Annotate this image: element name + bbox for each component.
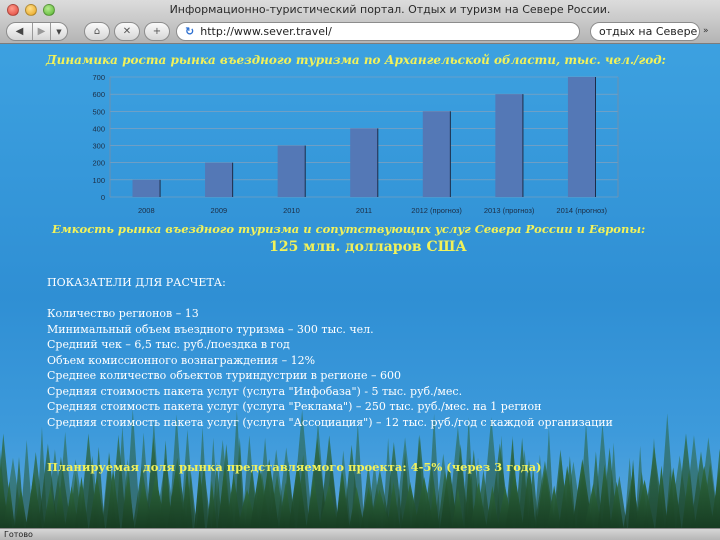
indicator-item: Количество регионов – 13 bbox=[47, 307, 199, 320]
indicators-list: Количество регионов – 13 Минимальный объ… bbox=[47, 306, 613, 430]
bar bbox=[567, 77, 596, 197]
bar bbox=[132, 179, 161, 197]
add-icon: + bbox=[152, 26, 162, 37]
home-icon: ⌂ bbox=[93, 26, 101, 37]
search-value[interactable]: отдых на Севере bbox=[599, 25, 697, 38]
chart-title: Динамика роста рынка въездного туризма п… bbox=[46, 53, 666, 67]
bar bbox=[350, 128, 378, 197]
forward-icon: ▶ bbox=[37, 26, 46, 37]
forward-button[interactable]: ▶ bbox=[33, 23, 51, 40]
search-input[interactable]: отдых на Севере bbox=[590, 22, 700, 41]
x-tick-label: 2010 bbox=[283, 206, 300, 215]
indicator-item: Минимальный объем въездного туризма – 30… bbox=[47, 322, 374, 336]
y-tick-label: 700 bbox=[92, 73, 105, 82]
stop-icon: ✕ bbox=[122, 26, 132, 37]
home-button[interactable]: ⌂ bbox=[84, 22, 110, 41]
bar bbox=[422, 111, 451, 197]
url-text[interactable]: http://www.sever.travel/ bbox=[200, 25, 332, 38]
indicator-item: Среднее количество объектов туриндустрии… bbox=[47, 369, 402, 382]
indicator-item: Средний чек – 6,5 тыс. руб./поездка в го… bbox=[47, 338, 290, 351]
page-content: Динамика роста рынка въездного туризма п… bbox=[0, 44, 720, 528]
back-button[interactable]: ◀ bbox=[7, 23, 33, 40]
y-tick-label: 400 bbox=[92, 124, 105, 133]
y-tick-label: 300 bbox=[92, 142, 105, 151]
x-tick-label: 2011 bbox=[356, 206, 372, 215]
y-tick-label: 500 bbox=[92, 107, 105, 116]
history-dropdown-button[interactable]: ▼ bbox=[51, 23, 67, 40]
indicator-item: Средняя стоимость пакета услуг (услуга "… bbox=[47, 400, 542, 413]
bar bbox=[205, 162, 233, 197]
add-bookmark-button[interactable]: + bbox=[144, 22, 170, 41]
x-tick-label: 2013 (прогноз) bbox=[484, 206, 535, 215]
close-window-button[interactable] bbox=[7, 4, 19, 16]
back-icon: ◀ bbox=[15, 26, 24, 37]
url-bar[interactable]: ↻ http://www.sever.travel/ bbox=[176, 22, 580, 41]
indicator-item: Средняя стоимость пакета услуг (услуга "… bbox=[47, 384, 463, 398]
capacity-value: 125 млн. долларов США bbox=[269, 239, 467, 255]
indicators-heading: ПОКАЗАТЕЛИ ДЛЯ РАСЧЕТА: bbox=[47, 276, 226, 289]
x-tick-label: 2009 bbox=[211, 206, 228, 215]
reload-icon[interactable]: ↻ bbox=[185, 25, 194, 38]
browser-chrome: Информационно-туристический портал. Отды… bbox=[0, 0, 720, 44]
bar-chart-svg: 0 100 200 300 400 500 600 700 2008 2009 2010 2011 20… bbox=[92, 73, 619, 215]
capacity-title: Емкость рынка въездного туризма и сопутс… bbox=[52, 222, 646, 236]
y-tick-label: 0 bbox=[101, 193, 105, 202]
stop-button[interactable]: ✕ bbox=[114, 22, 140, 41]
bar bbox=[495, 94, 523, 197]
chevron-down-icon: ▼ bbox=[56, 27, 62, 36]
x-tick-label: 2014 (прогноз) bbox=[556, 206, 607, 215]
window-title: Информационно-туристический портал. Отды… bbox=[169, 3, 611, 16]
toolbar: ◀ ▶ ▼ ⌂ ✕ + ↻ http://www.sever.travel/ о… bbox=[0, 20, 720, 44]
x-tick-label: 2012 (прогноз) bbox=[411, 206, 462, 215]
minimize-window-button[interactable] bbox=[25, 4, 37, 16]
zoom-window-button[interactable] bbox=[43, 4, 55, 16]
y-tick-label: 200 bbox=[92, 159, 105, 168]
title-bar: Информационно-туристический портал. Отды… bbox=[0, 0, 720, 20]
x-tick-label: 2008 bbox=[138, 206, 155, 215]
bar-chart: 0 100 200 300 400 500 600 700 2008 2009 2010 2011 20… bbox=[84, 69, 624, 219]
bar bbox=[277, 145, 306, 197]
y-tick-label: 100 bbox=[92, 176, 105, 185]
nav-group: ◀ ▶ ▼ bbox=[6, 22, 68, 41]
indicator-item: Объем комиссионного вознаграждения – 12% bbox=[47, 353, 316, 367]
plan-text: Планируемая доля рынка представляемого п… bbox=[47, 460, 542, 474]
indicator-item: Средняя стоимость пакета услуг (услуга "… bbox=[47, 415, 613, 429]
more-button[interactable]: » bbox=[703, 26, 709, 36]
status-bar: Готово bbox=[0, 528, 720, 540]
y-tick-label: 600 bbox=[92, 90, 105, 99]
